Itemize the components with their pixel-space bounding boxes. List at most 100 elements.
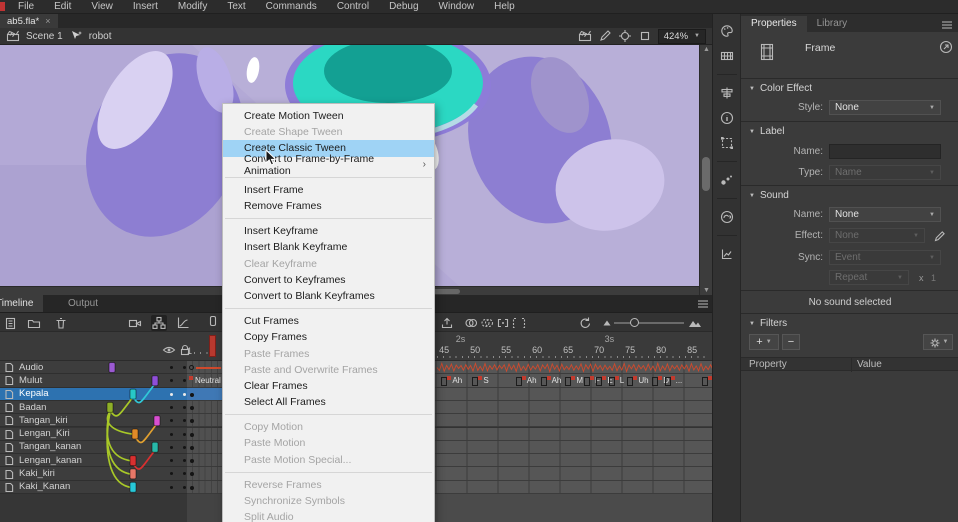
layer-parent-marker-kepala[interactable] [130, 389, 136, 399]
menu-window[interactable]: Window [429, 0, 485, 14]
menu-commands[interactable]: Commands [256, 0, 327, 14]
frame1-cell-lengan-kanan[interactable] [187, 454, 222, 467]
menu-item-create-motion-tween[interactable]: Create Motion Tween [223, 108, 434, 124]
frame1-cell-kaki-kanan[interactable] [187, 481, 222, 494]
frame1-cell-kaki-kiri[interactable] [187, 467, 222, 480]
menu-modify[interactable]: Modify [168, 0, 217, 14]
frame1-cell-tangan-kanan[interactable] [187, 441, 222, 454]
zoom-in-icon[interactable] [688, 316, 702, 330]
menu-file[interactable]: File [8, 0, 44, 14]
frame1-cell-mulut[interactable]: Neutral [187, 374, 222, 387]
vscroll-thumb[interactable] [702, 157, 710, 191]
new-layer-icon[interactable] [3, 316, 17, 330]
layer-parent-marker-badan[interactable] [107, 402, 113, 412]
layer-parent-marker-kaki-kanan[interactable] [130, 482, 136, 492]
layer-parent-marker-audio[interactable] [109, 363, 115, 373]
timeline-panel-menu-icon[interactable] [696, 297, 710, 311]
section-label[interactable]: ▼ Label [749, 126, 784, 137]
menu-item-remove-frames[interactable]: Remove Frames [223, 198, 434, 214]
onion-outline-icon[interactable] [480, 316, 494, 330]
center-frame-icon[interactable] [600, 316, 614, 330]
menu-edit[interactable]: Edit [44, 0, 81, 14]
menu-control[interactable]: Control [327, 0, 379, 14]
tab-output[interactable]: Output [58, 295, 108, 312]
sound-name-dropdown[interactable]: None ▼ [829, 207, 941, 222]
menu-item-clear-frames[interactable]: Clear Frames [223, 378, 434, 394]
panel-menu-icon[interactable] [940, 18, 954, 32]
section-sound[interactable]: ▼ Sound [749, 190, 789, 201]
loop-icon[interactable] [578, 316, 592, 330]
new-folder-icon[interactable] [27, 316, 41, 330]
tab-properties[interactable]: Properties [741, 16, 807, 32]
menu-insert[interactable]: Insert [123, 0, 168, 14]
onion-skin-icon[interactable] [464, 316, 478, 330]
palette-icon[interactable] [720, 24, 734, 38]
layer-parent-marker-lengan-kiri[interactable] [132, 429, 138, 439]
add-filter-button[interactable]: +▼ [749, 334, 779, 350]
style-dropdown[interactable]: None ▼ [829, 100, 941, 115]
zoom-slider-knob[interactable] [630, 318, 639, 327]
label-name-input[interactable] [829, 144, 941, 159]
remove-filter-button[interactable]: − [782, 334, 800, 350]
scroll-up-icon[interactable]: ▲ [703, 46, 710, 53]
menu-item-copy-frames[interactable]: Copy Frames [223, 329, 434, 345]
breadcrumb-symbol[interactable]: robot [89, 31, 112, 42]
frame1-cell-badan[interactable] [187, 401, 222, 414]
breadcrumb-scene[interactable]: Scene 1 [26, 31, 63, 42]
menu-text[interactable]: Text [217, 0, 255, 14]
menu-item-cut-frames[interactable]: Cut Frames [223, 313, 434, 329]
camera-icon[interactable] [128, 316, 142, 330]
tab-library[interactable]: Library [807, 16, 858, 32]
panel-grid-icon[interactable] [720, 49, 734, 63]
layer-parent-marker-tangan-kanan[interactable] [152, 442, 158, 452]
menu-item-insert-blank-keyframe[interactable]: Insert Blank Keyframe [223, 239, 434, 255]
menu-item-convert-to-blank-keyframes[interactable]: Convert to Blank Keyframes [223, 288, 434, 304]
menu-item-select-all-frames[interactable]: Select All Frames [223, 394, 434, 410]
layer-parent-marker-lengan-kanan[interactable] [130, 456, 136, 466]
info-icon[interactable] [720, 111, 734, 125]
document-tab[interactable]: ab5.fla* × [0, 14, 58, 28]
frame1-cell-lengan-kiri[interactable] [187, 428, 222, 441]
outline-view-icon[interactable] [638, 29, 652, 43]
menu-debug[interactable]: Debug [379, 0, 428, 14]
transform-icon[interactable] [720, 136, 734, 150]
layer-parent-marker-tangan-kiri[interactable] [154, 416, 160, 426]
tab-timeline[interactable]: Timeline [0, 295, 43, 312]
marker-range-icon[interactable] [512, 316, 526, 330]
menu-item-convert-to-keyframes[interactable]: Convert to Keyframes [223, 272, 434, 288]
align-icon[interactable] [720, 86, 734, 100]
creative-cloud-icon[interactable] [720, 210, 734, 224]
eye-column-icon[interactable] [162, 343, 176, 357]
section-color-effect[interactable]: ▼ Color Effect [749, 83, 812, 94]
circle-arrow-icon[interactable] [939, 40, 953, 54]
menu-view[interactable]: View [81, 0, 123, 14]
edit-symbols-icon[interactable] [598, 29, 612, 43]
chart-icon[interactable] [720, 247, 734, 261]
layer-parent-marker-mulut[interactable] [152, 376, 158, 386]
pencil-icon[interactable] [933, 229, 946, 242]
filter-options-button[interactable]: ▼ [923, 334, 953, 350]
menu-item-insert-keyframe[interactable]: Insert Keyframe [223, 223, 434, 239]
section-filters[interactable]: ▼ Filters [749, 318, 787, 329]
menu-help[interactable]: Help [484, 0, 525, 14]
timeline-zoom-slider[interactable] [614, 322, 684, 324]
edit-scene-icon[interactable] [578, 29, 592, 43]
publish-icon[interactable] [440, 316, 454, 330]
close-tab-icon[interactable]: × [45, 16, 50, 26]
frame1-cell-kepala[interactable] [187, 388, 222, 401]
graph-icon[interactable] [176, 316, 190, 330]
delete-icon[interactable] [54, 316, 68, 330]
center-stage-icon[interactable] [618, 29, 632, 43]
scroll-down-icon[interactable]: ▼ [703, 287, 710, 294]
zoom-level-select[interactable]: 424% ▼ [658, 29, 706, 44]
frame1-cell-audio[interactable] [187, 361, 222, 374]
edit-multiple-frames-icon[interactable] [496, 316, 510, 330]
frame1-cell-tangan-kiri[interactable] [187, 414, 222, 427]
menu-item-convert-to-frame-by-frame-animation[interactable]: Convert to Frame-by-Frame Animation› [223, 157, 434, 173]
parenting-view-icon[interactable] [151, 315, 167, 331]
playhead[interactable] [209, 335, 216, 357]
vertical-scrollbar[interactable]: ▲ ▼ [699, 45, 712, 295]
menu-item-insert-frame[interactable]: Insert Frame [223, 182, 434, 198]
particles-icon[interactable] [720, 173, 734, 187]
layer-parent-marker-kaki-kiri[interactable] [130, 469, 136, 479]
